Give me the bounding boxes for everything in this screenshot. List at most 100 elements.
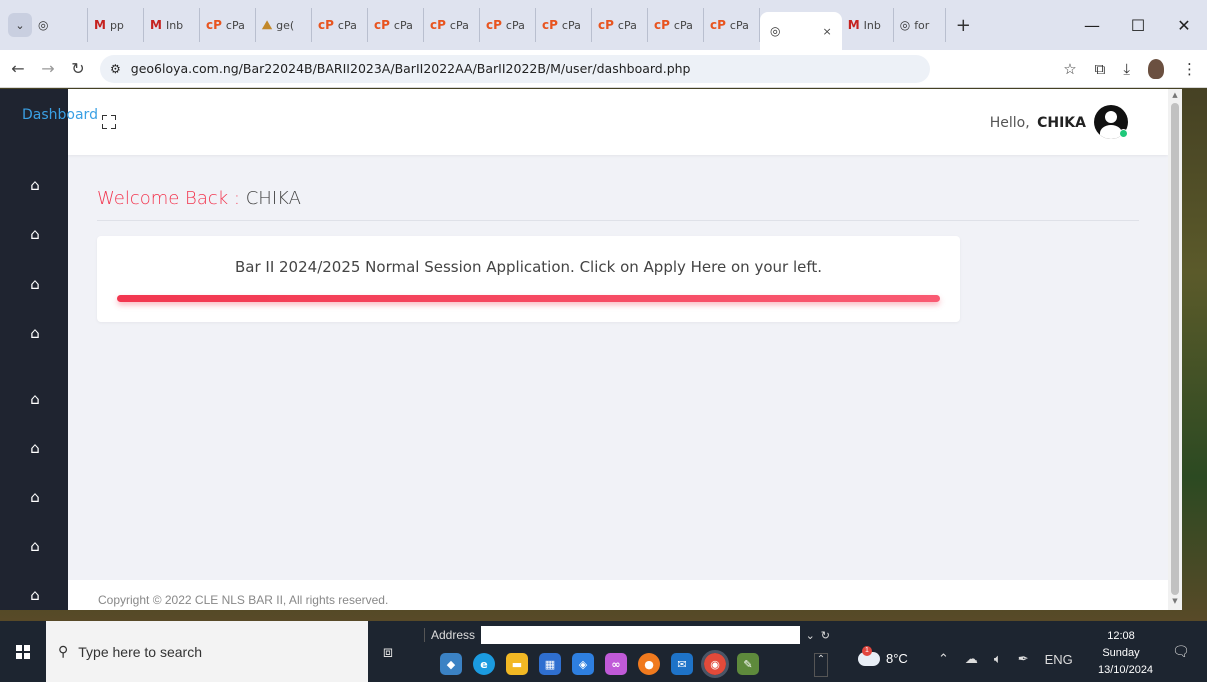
- online-status-dot: [1119, 129, 1128, 138]
- app-blue-icon[interactable]: ◈: [572, 653, 594, 675]
- bookmark-star-icon[interactable]: ☆: [1063, 60, 1076, 78]
- home-icon[interactable]: ⌂: [27, 587, 43, 603]
- welcome-label: Welcome Back :: [97, 188, 240, 209]
- tab-12[interactable]: cP cPa: [704, 8, 760, 42]
- welcome-heading: Welcome Back : CHIKA: [97, 188, 301, 209]
- brand-logo[interactable]: Dashboard: [0, 89, 98, 155]
- chrome-icon[interactable]: ◉: [701, 650, 729, 678]
- tab-4[interactable]: ⛰ ge(: [256, 8, 312, 42]
- firefox-icon[interactable]: ●: [638, 653, 660, 675]
- scroll-down-arrow-icon[interactable]: ▼: [1171, 597, 1179, 605]
- greeting-prefix: Hello,: [989, 115, 1030, 131]
- home-icon[interactable]: ⌂: [27, 489, 43, 505]
- copilot-icon[interactable]: ◆: [440, 653, 462, 675]
- tray-scroll-icon[interactable]: ⌃: [814, 653, 828, 677]
- back-arrow-icon[interactable]: ←: [10, 59, 26, 78]
- address-label: Address: [424, 628, 475, 642]
- globe-icon: ◎: [770, 24, 781, 38]
- gmail-icon: M: [150, 18, 162, 32]
- tab-label: cPa: [393, 18, 413, 32]
- tab-9[interactable]: cP cPa: [536, 8, 592, 42]
- profile-avatar-icon[interactable]: [1148, 58, 1164, 79]
- weather-widget[interactable]: 1 8°C: [858, 645, 908, 666]
- progress-bar: [117, 295, 940, 302]
- tab-11[interactable]: cP cPa: [648, 8, 704, 42]
- home-icon[interactable]: ⌂: [27, 226, 43, 242]
- pinned-apps: ◆ e ▬ ▦ ◈ ∞ ● ✉ ◉ ✎: [440, 650, 759, 678]
- tab-2[interactable]: M Inb: [144, 8, 200, 42]
- tab-label: for: [914, 18, 930, 32]
- scroll-up-arrow-icon[interactable]: ▲: [1171, 91, 1179, 99]
- menu-kebab-icon[interactable]: ⋮: [1182, 60, 1197, 78]
- windows-start-icon[interactable]: [0, 644, 46, 659]
- tab-label: cPa: [729, 18, 749, 32]
- clock-date: 13/10/2024: [1098, 664, 1154, 676]
- speaker-icon[interactable]: 🔈︎: [994, 651, 1002, 667]
- home-icon[interactable]: ⌂: [27, 276, 43, 292]
- file-explorer-icon[interactable]: ▬: [506, 653, 528, 675]
- cpanel-icon: cP: [206, 18, 222, 32]
- fullscreen-icon[interactable]: [102, 115, 116, 129]
- footer-copyright: Copyright © 2022 CLE NLS BAR II, All rig…: [68, 580, 1168, 610]
- avatar-head: [1105, 111, 1117, 123]
- maximize-button[interactable]: ☐: [1115, 16, 1161, 35]
- cpanel-icon: cP: [542, 18, 558, 32]
- tab-label: cPa: [617, 18, 637, 32]
- scroll-thumb[interactable]: [1171, 103, 1179, 595]
- home-icon[interactable]: ⌂: [27, 538, 43, 554]
- cpanel-icon: cP: [430, 18, 446, 32]
- app-purple-icon[interactable]: ∞: [605, 653, 627, 675]
- tab-0[interactable]: ◎: [32, 8, 88, 42]
- tab-15[interactable]: ◎ for: [894, 8, 946, 42]
- forward-arrow-icon[interactable]: →: [40, 59, 56, 78]
- tab-5[interactable]: cP cPa: [312, 8, 368, 42]
- language-indicator[interactable]: ENG: [1045, 652, 1073, 667]
- notice-card: Bar II 2024/2025 Normal Session Applicat…: [97, 236, 960, 322]
- site-settings-icon[interactable]: ⚙: [110, 62, 121, 76]
- tab-14[interactable]: M Inb: [842, 8, 894, 42]
- new-tab-button[interactable]: +: [946, 15, 981, 36]
- download-icon[interactable]: ⤓: [1123, 60, 1130, 78]
- minimize-button[interactable]: —: [1069, 16, 1115, 35]
- address-bar[interactable]: ⚙ geo6loya.com.ng/Bar22024B/BARII2023A/B…: [100, 54, 930, 83]
- weather-badge: 1: [862, 645, 872, 656]
- home-icon[interactable]: ⌂: [27, 440, 43, 456]
- tab-8[interactable]: cP cPa: [480, 8, 536, 42]
- extensions-icon[interactable]: ⧉: [1095, 60, 1106, 78]
- close-window-button[interactable]: ✕: [1161, 16, 1207, 35]
- network-icon[interactable]: ☁: [965, 651, 978, 667]
- notepad-icon[interactable]: ✎: [737, 653, 759, 675]
- address-dropdown-icon[interactable]: ⌄: [806, 629, 815, 642]
- globe-icon: ◎: [38, 18, 49, 32]
- home-icon[interactable]: ⌂: [27, 391, 43, 407]
- tab-3[interactable]: cP cPa: [200, 8, 256, 42]
- tab-list: ◎ Mpp M Inb cP cPa ⛰ ge(cP cPa cP cPa cP cPa cP cPa cP c…: [32, 0, 760, 50]
- tab-active[interactable]: ◎ ×: [760, 12, 842, 50]
- tab-1[interactable]: Mpp: [88, 8, 144, 42]
- address-input[interactable]: [481, 626, 800, 644]
- store-icon[interactable]: ▦: [539, 653, 561, 675]
- reload-icon[interactable]: ↻: [70, 59, 86, 78]
- address-go-icon[interactable]: ↻: [821, 629, 830, 642]
- taskbar-search[interactable]: ⚲ Type here to search: [46, 621, 368, 682]
- chevron-down-icon[interactable]: ⌄: [8, 13, 32, 37]
- task-view-icon[interactable]: ⧈: [368, 642, 408, 662]
- tab-10[interactable]: cP cPa: [592, 8, 648, 42]
- cpanel-icon: cP: [654, 18, 670, 32]
- home-icon[interactable]: ⌂: [27, 177, 43, 193]
- cloud-icon: 1: [858, 645, 880, 666]
- show-hidden-icons-icon[interactable]: ⌃: [938, 651, 949, 667]
- notifications-icon[interactable]: 🗨︎: [1172, 644, 1190, 660]
- tab-close-icon[interactable]: ×: [822, 25, 831, 38]
- globe-icon: ◎: [899, 18, 911, 32]
- home-icon[interactable]: ⌂: [27, 325, 43, 341]
- pen-icon[interactable]: ✒: [1018, 651, 1029, 667]
- tab-6[interactable]: cP cPa: [368, 8, 424, 42]
- tab-7[interactable]: cP cPa: [424, 8, 480, 42]
- mail-icon[interactable]: ✉: [671, 653, 693, 675]
- taskbar-clock[interactable]: 12:08 Sunday 13/10/2024: [1098, 628, 1154, 679]
- page-scrollbar[interactable]: ▲ ▼: [1168, 89, 1182, 610]
- temperature: 8°C: [886, 651, 908, 666]
- edge-icon[interactable]: e: [473, 653, 495, 675]
- url-text: geo6loya.com.ng/Bar22024B/BARII2023A/Bar…: [130, 61, 691, 76]
